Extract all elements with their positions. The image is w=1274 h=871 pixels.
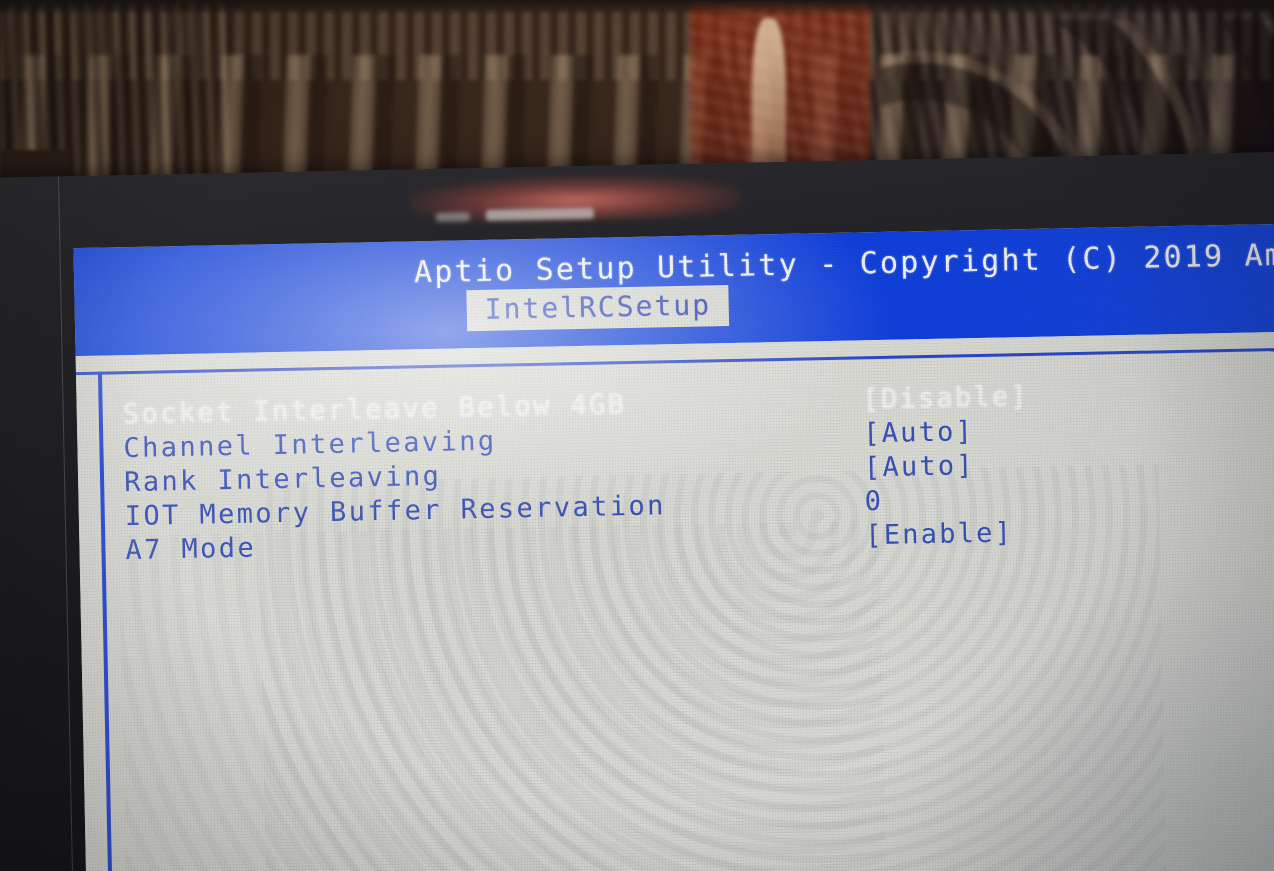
screen-moire-pattern-2 [119,520,888,871]
bezel-inner-edge [57,176,74,871]
photo-scene: Aptio Setup Utility - Copyright (C) 2019… [0,0,1274,871]
option-value[interactable]: [Disable] [862,381,1029,415]
option-value[interactable]: 0 [864,486,883,517]
monitor-bezel: Aptio Setup Utility - Copyright (C) 2019… [0,151,1274,871]
tab-intelrcsetup[interactable]: IntelRCSetup [466,284,730,332]
bios-screen: Aptio Setup Utility - Copyright (C) 2019… [73,223,1274,871]
content-frame-left-border [97,371,113,871]
option-label: A7 Mode [125,532,257,567]
bezel-reflection-spot [435,212,470,222]
bios-content-pane: Socket Interleave Below 4GB [Disable] Ch… [75,331,1274,871]
page-title: Aptio Setup Utility - Copyright (C) 2019… [413,237,1274,291]
bezel-reflection-white [485,207,594,221]
option-value[interactable]: [Auto] [864,450,975,483]
option-label: Rank Interleaving [123,460,442,499]
option-value[interactable]: [Enable] [865,517,1013,551]
backdrop-top-shadow [0,0,1274,16]
option-value[interactable]: [Auto] [863,416,974,449]
option-label: Channel Interleaving [123,425,497,465]
bios-option-list: Socket Interleave Below 4GB [Disable] Ch… [122,375,1274,569]
